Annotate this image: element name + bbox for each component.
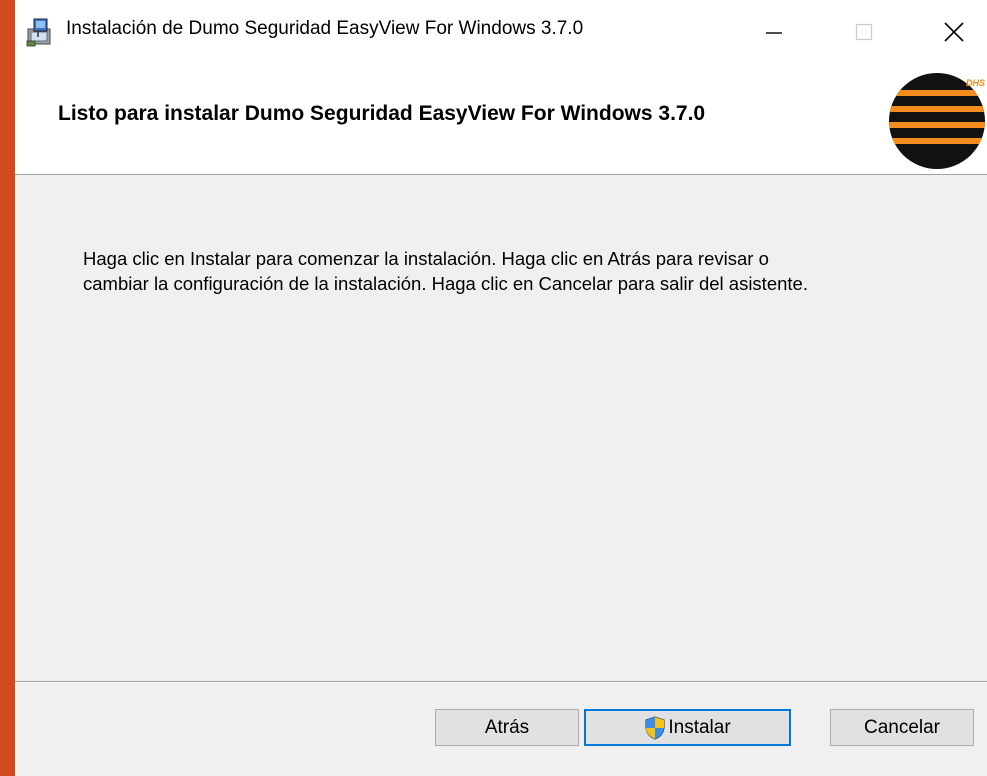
instruction-line-2: cambiar la configuración de la instalaci… <box>83 273 808 294</box>
window-title: Instalación de Dumo Seguridad EasyView F… <box>66 18 584 39</box>
page-title: Listo para instalar Dumo Seguridad EasyV… <box>58 102 706 125</box>
logo-text: DHS <box>966 78 985 88</box>
title-bar: Instalación de Dumo Seguridad EasyView F… <box>15 0 987 64</box>
minimize-button[interactable] <box>741 0 807 64</box>
install-button[interactable]: Instalar <box>584 709 791 746</box>
uac-shield-icon <box>645 715 665 740</box>
cancel-button[interactable]: Cancelar <box>830 709 974 746</box>
back-button-label: Atrás <box>484 716 530 738</box>
instruction-line-1: Haga clic en Instalar para comenzar la i… <box>83 248 769 269</box>
cancel-button-label: Cancelar <box>863 716 941 738</box>
installer-icon <box>26 18 51 47</box>
maximize-button[interactable] <box>831 0 897 64</box>
footer-divider <box>15 681 987 683</box>
close-icon <box>944 22 964 42</box>
close-button[interactable] <box>921 0 987 64</box>
maximize-icon <box>855 23 873 41</box>
wizard-header: Listo para instalar Dumo Seguridad EasyV… <box>15 64 987 175</box>
dhs-logo: DHS <box>889 73 985 169</box>
installer-window: Instalación de Dumo Seguridad EasyView F… <box>15 0 987 776</box>
install-button-label: Instalar <box>668 716 731 738</box>
back-button[interactable]: Atrás <box>435 709 579 746</box>
instruction-text: Haga clic en Instalar para comenzar la i… <box>83 246 953 296</box>
minimize-icon <box>766 32 782 34</box>
